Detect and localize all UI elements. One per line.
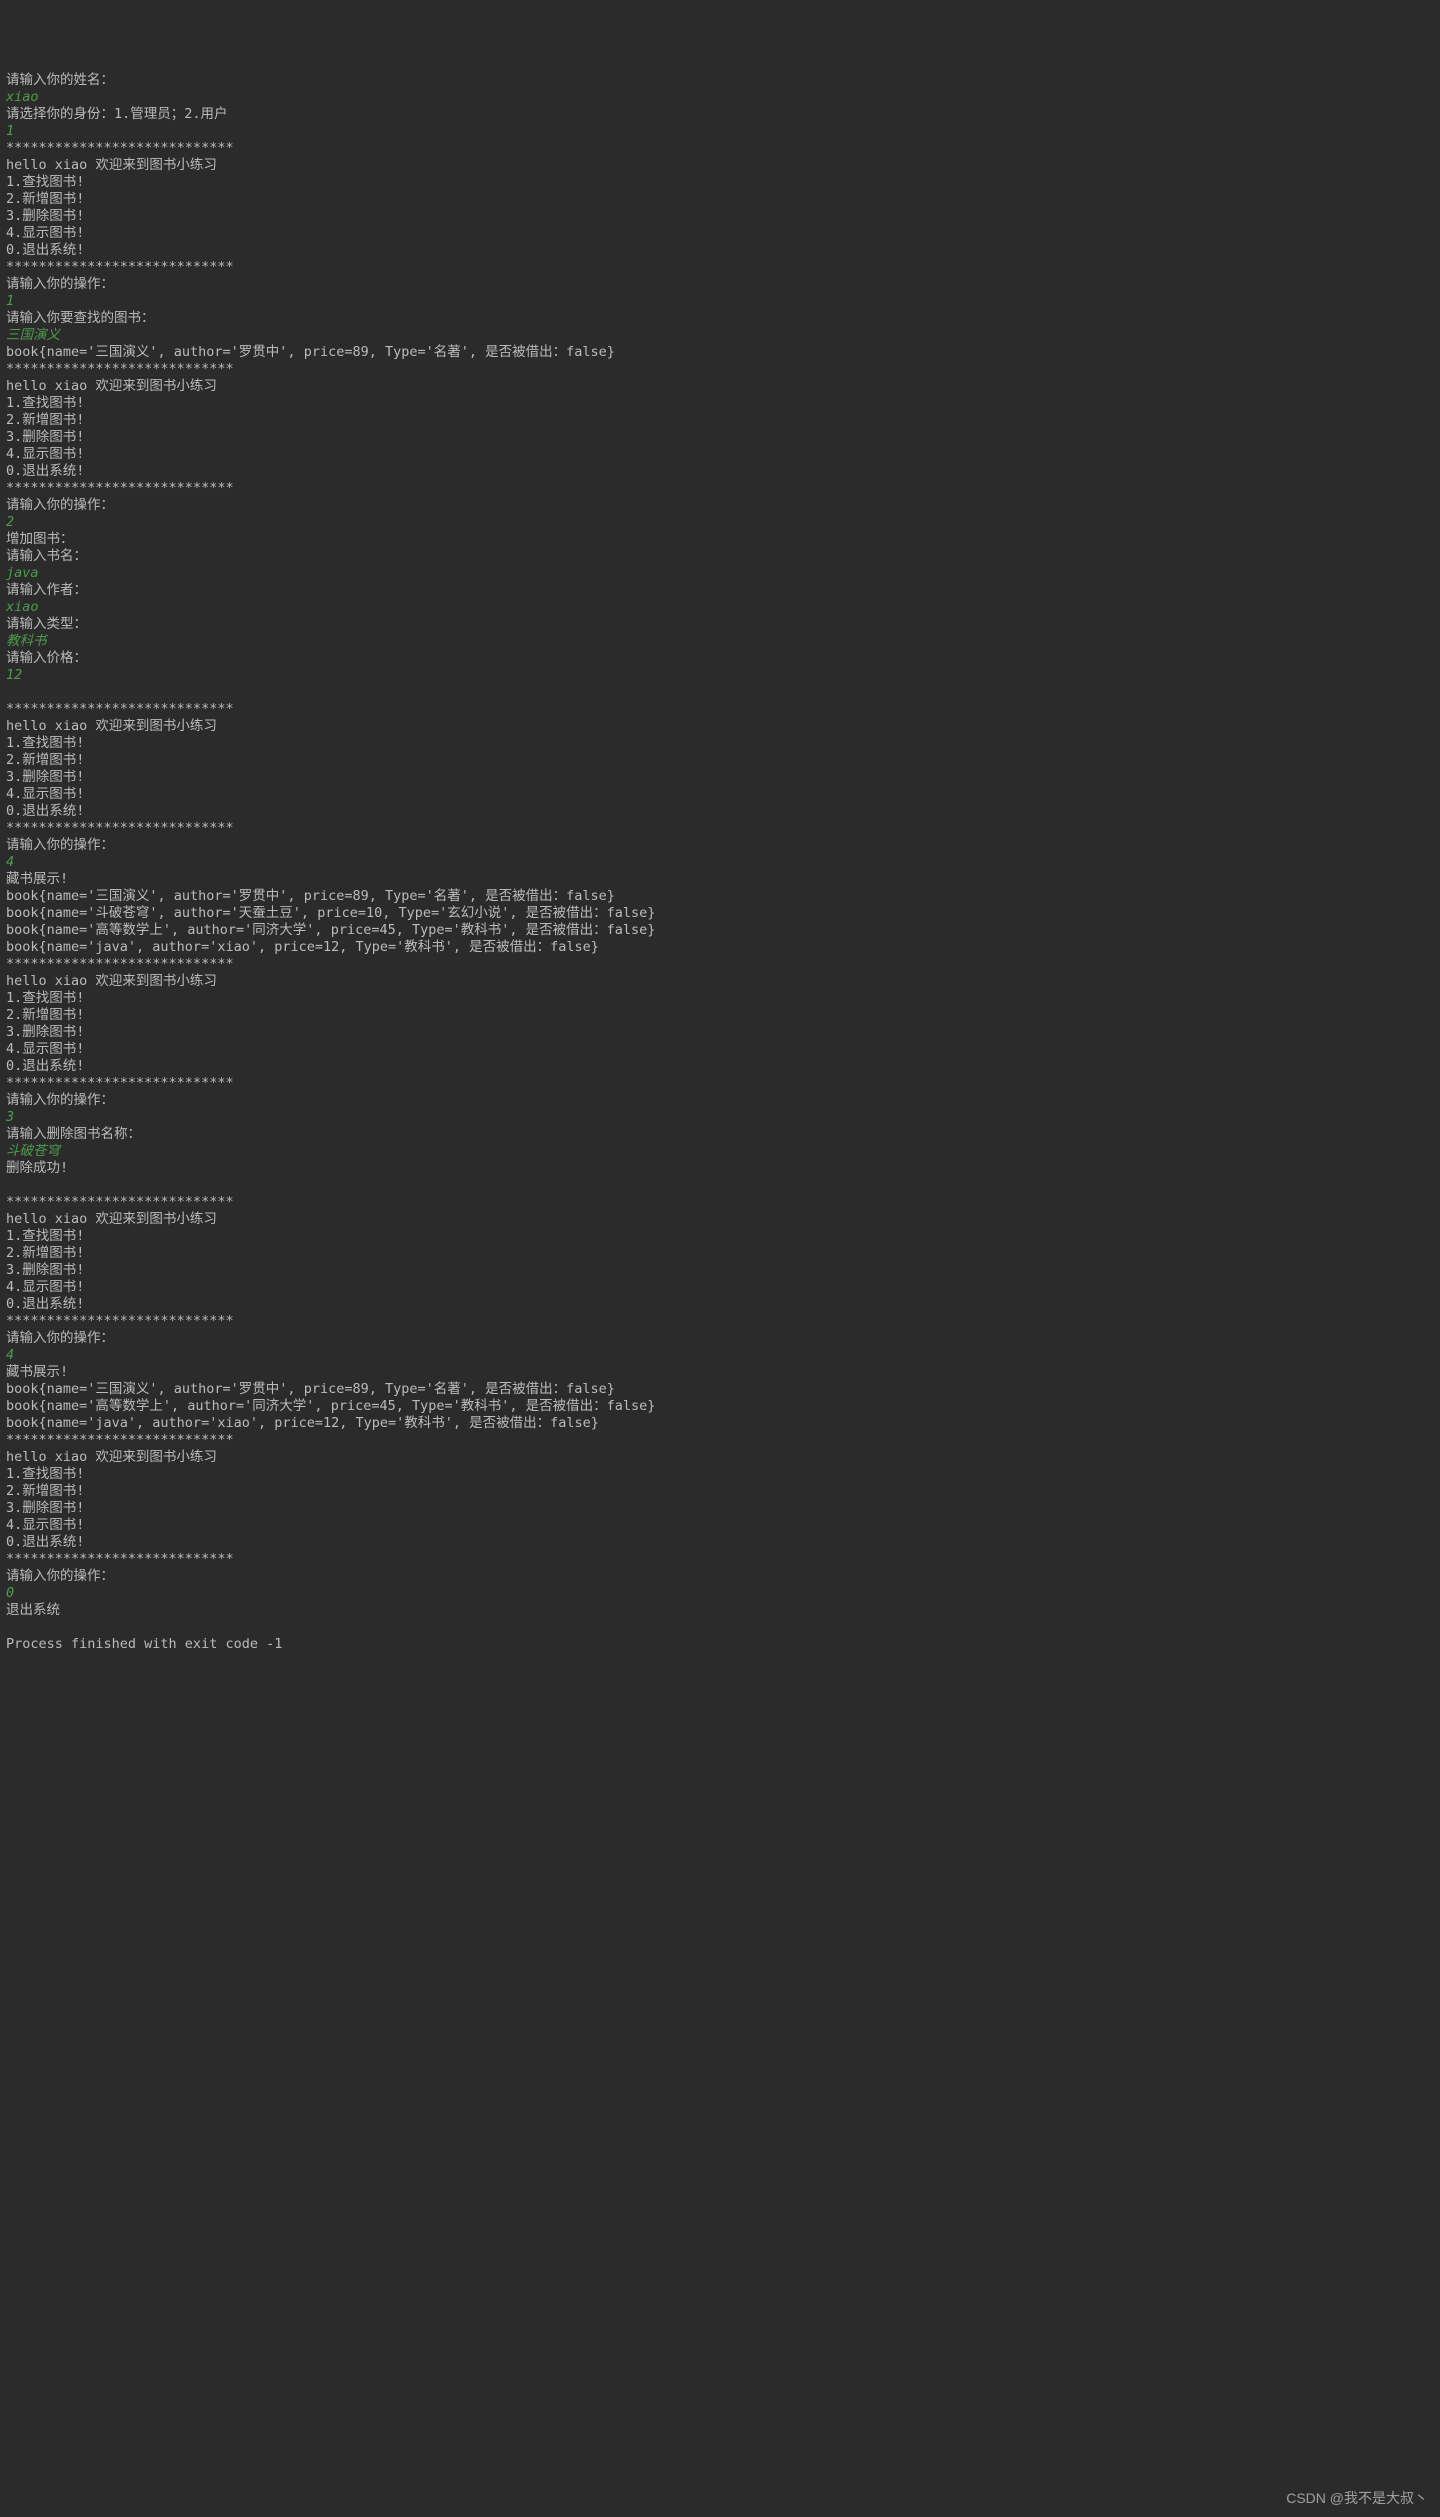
console-output-line: 4.显示图书! [6,786,1434,803]
console-output-line: 0.退出系统! [6,1534,1434,1551]
console-output-line: 退出系统 [6,1602,1434,1619]
console-output-line: book{name='高等数学上', author='同济大学', price=… [6,1398,1434,1415]
console-output-line [6,1619,1434,1636]
console-input-line: 1 [6,293,1434,310]
console-output-line: 4.显示图书! [6,1041,1434,1058]
console-output-line: hello xiao 欢迎来到图书小练习 [6,1211,1434,1228]
console-output-line: 1.查找图书! [6,174,1434,191]
console-output-line: 2.新增图书! [6,752,1434,769]
console-output-line: 1.查找图书! [6,990,1434,1007]
console-output-line: book{name='java', author='xiao', price=1… [6,1415,1434,1432]
console-output-line: 3.删除图书! [6,429,1434,446]
console-output-line: hello xiao 欢迎来到图书小练习 [6,1449,1434,1466]
console-output-line: **************************** [6,1194,1434,1211]
console-output-line: 0.退出系统! [6,1058,1434,1075]
console-output-line: 请输入你的操作： [6,276,1434,293]
console-input-line: 2 [6,514,1434,531]
console-output-line: 请输入你的操作： [6,497,1434,514]
console-output-line: 2.新增图书! [6,1245,1434,1262]
console-output-line: 请输入你的操作： [6,1568,1434,1585]
console-output-line: 3.删除图书! [6,1500,1434,1517]
console-output-line: 4.显示图书! [6,446,1434,463]
console-input-line: 12 [6,667,1434,684]
console-input-line: 0 [6,1585,1434,1602]
console-output-line: 0.退出系统! [6,803,1434,820]
console-input-line: xiao [6,599,1434,616]
console-output-line: 藏书展示! [6,1364,1434,1381]
console-output-line [6,1177,1434,1194]
console-output-line: **************************** [6,1432,1434,1449]
console-output-line: 请输入你的操作： [6,1330,1434,1347]
console-output-line: 请输入删除图书名称： [6,1126,1434,1143]
console-output-line: 请选择你的身份：1.管理员；2.用户 [6,106,1434,123]
console-output-line: 请输入你的操作： [6,837,1434,854]
console-output-line: book{name='java', author='xiao', price=1… [6,939,1434,956]
console-output-line [6,684,1434,701]
console-output-line: 3.删除图书! [6,208,1434,225]
console-input-line: 3 [6,1109,1434,1126]
console-output-line: hello xiao 欢迎来到图书小练习 [6,973,1434,990]
console-output-line: 删除成功! [6,1160,1434,1177]
console-output-line: 1.查找图书! [6,1228,1434,1245]
console-input-line: 4 [6,1347,1434,1364]
console-input-line: 斗破苍穹 [6,1143,1434,1160]
console-output-line: book{name='三国演义', author='罗贯中', price=89… [6,888,1434,905]
console-input-line: 4 [6,854,1434,871]
console-output-line: book{name='三国演义', author='罗贯中', price=89… [6,344,1434,361]
console-output-line: 3.删除图书! [6,1262,1434,1279]
console-output-line: 0.退出系统! [6,463,1434,480]
console-output-line: hello xiao 欢迎来到图书小练习 [6,718,1434,735]
console-input-line: 三国演义 [6,327,1434,344]
console-output-line: 2.新增图书! [6,412,1434,429]
console-output-line: **************************** [6,140,1434,157]
console-output-line: 请输入你的操作： [6,1092,1434,1109]
console-output-line: 0.退出系统! [6,242,1434,259]
console-output-line: 0.退出系统! [6,1296,1434,1313]
console-output-line: 1.查找图书! [6,735,1434,752]
console-output-line: **************************** [6,259,1434,276]
console-output[interactable]: 请输入你的姓名：xiao请选择你的身份：1.管理员；2.用户1*********… [6,72,1434,1653]
console-output-line: **************************** [6,956,1434,973]
console-output-line: 请输入你的姓名： [6,72,1434,89]
console-output-line: **************************** [6,1313,1434,1330]
console-output-line: 1.查找图书! [6,395,1434,412]
console-output-line: **************************** [6,1551,1434,1568]
console-output-line: 1.查找图书! [6,1466,1434,1483]
console-output-line: 3.删除图书! [6,1024,1434,1041]
console-output-line: 3.删除图书! [6,769,1434,786]
console-output-line: 4.显示图书! [6,1279,1434,1296]
console-output-line: 请输入作者： [6,582,1434,599]
console-output-line: **************************** [6,480,1434,497]
console-output-line: 2.新增图书! [6,1483,1434,1500]
console-output-line: 请输入价格： [6,650,1434,667]
console-output-line: hello xiao 欢迎来到图书小练习 [6,157,1434,174]
console-output-line: **************************** [6,820,1434,837]
console-output-line: 4.显示图书! [6,1517,1434,1534]
console-output-line: 请输入书名： [6,548,1434,565]
console-output-line: 增加图书： [6,531,1434,548]
console-input-line: java [6,565,1434,582]
console-output-line: 藏书展示! [6,871,1434,888]
console-input-line: xiao [6,89,1434,106]
console-output-line: book{name='三国演义', author='罗贯中', price=89… [6,1381,1434,1398]
console-output-line: 请输入你要查找的图书： [6,310,1434,327]
console-output-line: 请输入类型： [6,616,1434,633]
console-output-line: book{name='高等数学上', author='同济大学', price=… [6,922,1434,939]
console-output-line: **************************** [6,701,1434,718]
console-output-line: 2.新增图书! [6,191,1434,208]
console-output-line: 4.显示图书! [6,225,1434,242]
console-output-line: 2.新增图书! [6,1007,1434,1024]
console-output-line: Process finished with exit code -1 [6,1636,1434,1653]
console-output-line: **************************** [6,1075,1434,1092]
console-output-line: hello xiao 欢迎来到图书小练习 [6,378,1434,395]
console-output-line: book{name='斗破苍穹', author='天蚕土豆', price=1… [6,905,1434,922]
console-input-line: 1 [6,123,1434,140]
console-output-line: **************************** [6,361,1434,378]
console-input-line: 教科书 [6,633,1434,650]
watermark: CSDN @我不是大叔丶 [1286,2490,1428,2507]
